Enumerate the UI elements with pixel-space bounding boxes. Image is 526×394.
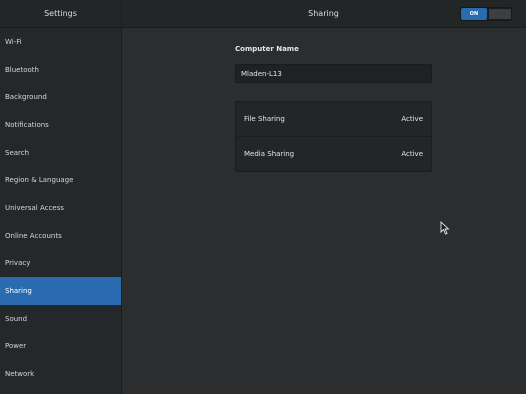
computer-name-label: Computer Name bbox=[235, 45, 299, 53]
sidebar-item-background[interactable]: Background bbox=[0, 83, 121, 111]
sidebar-item-region-language[interactable]: Region & Language bbox=[0, 166, 121, 194]
toggle-on-label: ON bbox=[461, 8, 487, 20]
sidebar-item-universal-access[interactable]: Universal Access bbox=[0, 194, 121, 222]
mouse-pointer-icon bbox=[440, 221, 450, 235]
service-status: Active bbox=[401, 150, 423, 158]
sharing-toggle-switch[interactable]: ON bbox=[460, 7, 512, 21]
sharing-services-list: File Sharing Active Media Sharing Active bbox=[235, 101, 432, 172]
computer-name-field[interactable]: Mladen-L13 bbox=[235, 64, 432, 83]
media-sharing-row[interactable]: Media Sharing Active bbox=[236, 136, 431, 171]
sidebar-item-network[interactable]: Network bbox=[0, 360, 121, 388]
sidebar-item-search[interactable]: Search bbox=[0, 139, 121, 167]
sidebar-item-wifi[interactable]: Wi-Fi bbox=[0, 28, 121, 56]
sidebar-item-sound[interactable]: Sound bbox=[0, 305, 121, 333]
sidebar-item-sharing[interactable]: Sharing bbox=[0, 277, 121, 305]
file-sharing-row[interactable]: File Sharing Active bbox=[236, 102, 431, 136]
service-name: Media Sharing bbox=[244, 150, 295, 158]
service-status: Active bbox=[401, 115, 423, 123]
sidebar-item-bluetooth[interactable]: Bluetooth bbox=[0, 56, 121, 84]
sidebar-item-notifications[interactable]: Notifications bbox=[0, 111, 121, 139]
sidebar-item-online-accounts[interactable]: Online Accounts bbox=[0, 222, 121, 250]
sidebar-item-privacy[interactable]: Privacy bbox=[0, 250, 121, 278]
sidebar: Wi-Fi Bluetooth Background Notifications… bbox=[0, 28, 122, 394]
sharing-panel: Computer Name Mladen-L13 File Sharing Ac… bbox=[122, 28, 526, 394]
sidebar-item-power[interactable]: Power bbox=[0, 333, 121, 361]
header-bar: Settings Sharing ON bbox=[0, 0, 526, 28]
toggle-knob[interactable] bbox=[489, 9, 511, 19]
service-name: File Sharing bbox=[244, 115, 285, 123]
sidebar-title: Settings bbox=[0, 0, 122, 27]
